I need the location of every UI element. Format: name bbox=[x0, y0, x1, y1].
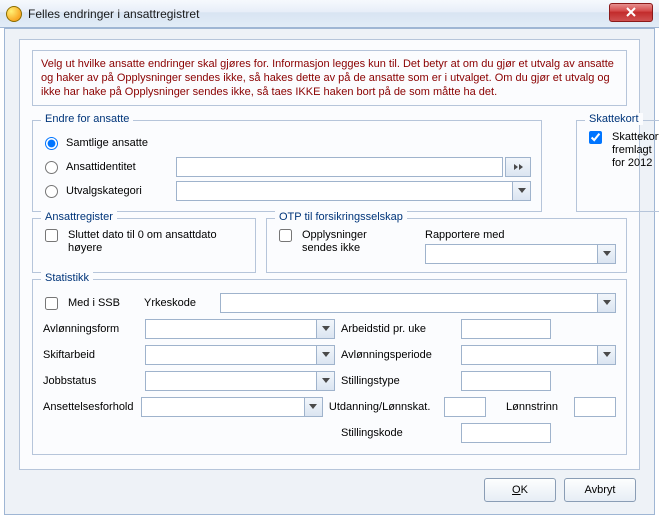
rapportere-label: Rapportere med bbox=[425, 229, 616, 241]
radio-ansattidentitet[interactable] bbox=[45, 161, 58, 174]
chevron-down-icon bbox=[603, 251, 611, 257]
avlonningsform-label: Avlønningsform bbox=[43, 323, 139, 335]
checkbox-opplysninger-label: Opplysninger sendes ikke bbox=[302, 229, 392, 255]
chevron-down-icon bbox=[603, 352, 611, 358]
avlonningsperiode-label: Avlønningsperiode bbox=[341, 349, 455, 361]
stillingskode-label: Stillingskode bbox=[341, 427, 455, 439]
ansettelsesforhold-label: Ansettelsesforhold bbox=[43, 401, 135, 413]
window-title: Felles endringer i ansattregistret bbox=[28, 7, 199, 21]
jobbstatus-dropdown-button[interactable] bbox=[316, 372, 334, 390]
titlebar: Felles endringer i ansattregistret bbox=[0, 0, 659, 28]
chevron-down-icon bbox=[309, 404, 317, 410]
group-endre-for-ansatte: Endre for ansatte Samtlige ansatte Ansat… bbox=[32, 120, 542, 212]
utvalgskategori-combo[interactable] bbox=[176, 181, 531, 201]
chevron-down-icon bbox=[322, 326, 330, 332]
stillingstype-input[interactable] bbox=[461, 371, 551, 391]
jobbstatus-combo[interactable] bbox=[145, 371, 335, 391]
checkbox-opplysninger-sendes-ikke[interactable] bbox=[279, 229, 292, 242]
yrkeskode-value bbox=[221, 294, 597, 312]
yrkeskode-combo[interactable] bbox=[220, 293, 616, 313]
checkbox-skattekort-fremlagt[interactable] bbox=[589, 131, 602, 144]
checkbox-skattekort-label: Skattekort fremlagt for 2012 bbox=[612, 131, 659, 170]
checkbox-sluttet-dato[interactable] bbox=[45, 229, 58, 242]
utdanning-input[interactable] bbox=[444, 397, 486, 417]
group-legend: Endre for ansatte bbox=[41, 113, 133, 125]
avlonningsform-combo[interactable] bbox=[145, 319, 335, 339]
checkbox-sluttet-dato-label: Sluttet dato til 0 om ansattdato høyere bbox=[68, 229, 245, 255]
lonnstrinn-label: Lønnstrinn bbox=[506, 401, 558, 413]
ansettelsesforhold-combo[interactable] bbox=[141, 397, 323, 417]
inner-panel: Velg ut hvilke ansatte endringer skal gj… bbox=[19, 39, 640, 470]
ok-button[interactable]: OK bbox=[484, 478, 556, 502]
cancel-button[interactable]: Avbryt bbox=[564, 478, 636, 502]
rapportere-dropdown-button[interactable] bbox=[597, 245, 615, 263]
app-icon bbox=[6, 6, 22, 22]
group-legend: OTP til forsikringsselskap bbox=[275, 211, 407, 223]
rapportere-value bbox=[426, 245, 597, 263]
close-button[interactable] bbox=[609, 3, 653, 22]
group-legend: Skattekort bbox=[585, 113, 643, 125]
rapportere-combo[interactable] bbox=[425, 244, 616, 264]
ansettelsesforhold-dropdown-button[interactable] bbox=[304, 398, 322, 416]
group-skattekort: Skattekort Skattekort fremlagt for 2012 bbox=[576, 120, 659, 212]
ansattidentitet-browse-button[interactable] bbox=[505, 157, 531, 177]
radio-samtlige[interactable] bbox=[45, 137, 58, 150]
skiftarbeid-combo[interactable] bbox=[145, 345, 335, 365]
client-area: Velg ut hvilke ansatte endringer skal gj… bbox=[4, 28, 655, 515]
avlonningsform-dropdown-button[interactable] bbox=[316, 320, 334, 338]
arbeidstid-input[interactable] bbox=[461, 319, 551, 339]
utvalgskategori-value bbox=[177, 182, 512, 200]
radio-samtlige-label: Samtlige ansatte bbox=[66, 137, 176, 149]
avlonningsperiode-combo[interactable] bbox=[461, 345, 616, 365]
group-ansattregister: Ansattregister Sluttet dato til 0 om ans… bbox=[32, 218, 256, 273]
radio-ansattidentitet-label: Ansattidentitet bbox=[66, 161, 176, 173]
info-box: Velg ut hvilke ansatte endringer skal gj… bbox=[32, 50, 627, 106]
chevron-down-icon bbox=[603, 300, 611, 306]
utdanning-label: Utdanning/Lønnskat. bbox=[329, 401, 438, 413]
chevron-down-icon bbox=[518, 188, 526, 194]
yrkeskode-label: Yrkeskode bbox=[144, 297, 214, 309]
jobbstatus-label: Jobbstatus bbox=[43, 375, 139, 387]
avlonningsperiode-dropdown-button[interactable] bbox=[597, 346, 615, 364]
stillingstype-label: Stillingstype bbox=[341, 375, 455, 387]
chevron-right-icon bbox=[512, 163, 524, 171]
radio-utvalgskategori-label: Utvalgskategori bbox=[66, 185, 176, 197]
close-icon bbox=[625, 6, 637, 18]
skiftarbeid-dropdown-button[interactable] bbox=[316, 346, 334, 364]
checkbox-med-i-ssb[interactable] bbox=[45, 297, 58, 310]
stillingskode-input[interactable] bbox=[461, 423, 551, 443]
chevron-down-icon bbox=[322, 378, 330, 384]
group-statistikk: Statistikk Med i SSB Yrkeskode Avlønning… bbox=[32, 279, 627, 455]
utvalgskategori-dropdown-button[interactable] bbox=[512, 182, 530, 200]
lonnstrinn-input[interactable] bbox=[574, 397, 616, 417]
group-legend: Statistikk bbox=[41, 272, 93, 284]
radio-utvalgskategori[interactable] bbox=[45, 185, 58, 198]
group-otp: OTP til forsikringsselskap Opplysninger … bbox=[266, 218, 627, 273]
group-legend: Ansattregister bbox=[41, 211, 117, 223]
arbeidstid-label: Arbeidstid pr. uke bbox=[341, 323, 455, 335]
ansattidentitet-input[interactable] bbox=[176, 157, 503, 177]
chevron-down-icon bbox=[322, 352, 330, 358]
button-row: OK Avbryt bbox=[484, 478, 636, 502]
skiftarbeid-label: Skiftarbeid bbox=[43, 349, 139, 361]
checkbox-med-i-ssb-label: Med i SSB bbox=[68, 297, 138, 309]
yrkeskode-dropdown-button[interactable] bbox=[597, 294, 615, 312]
